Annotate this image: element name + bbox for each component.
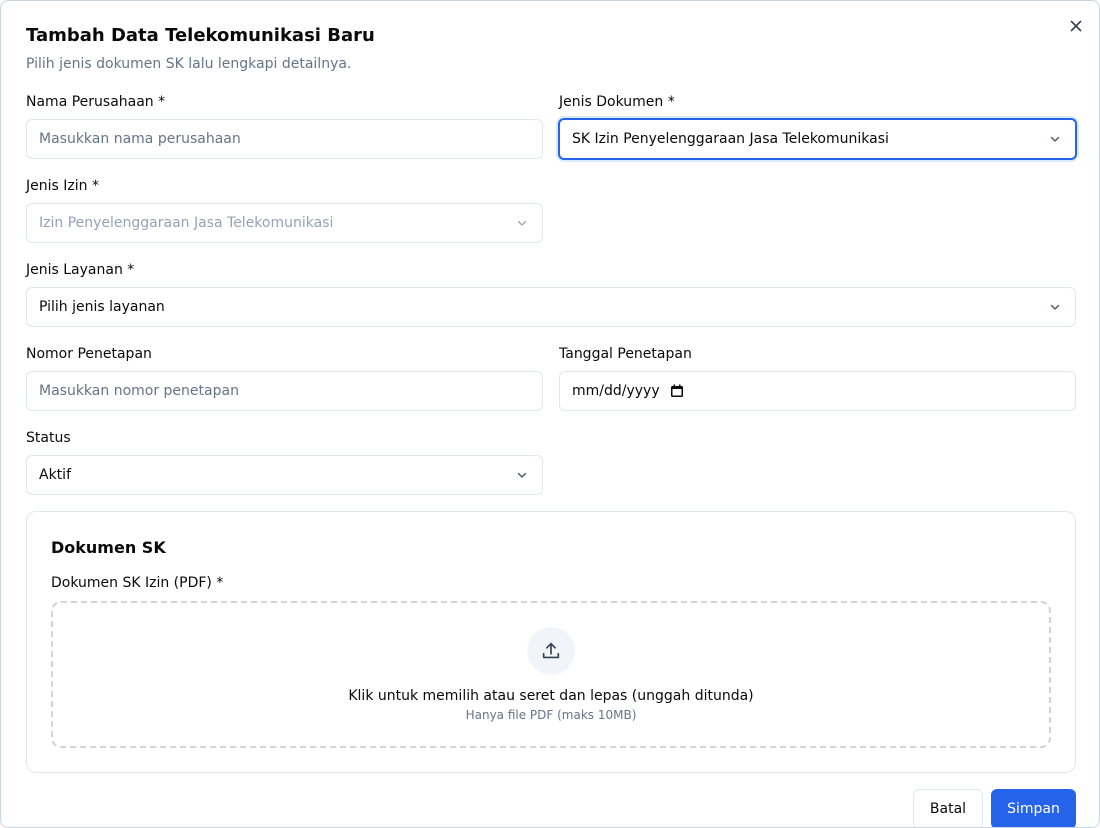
nomor-penetapan-label: Nomor Penetapan (26, 346, 152, 362)
status-select[interactable]: Aktif (26, 455, 543, 495)
close-icon (1070, 20, 1082, 32)
chevron-down-icon (1049, 133, 1061, 145)
chevron-down-icon (1049, 301, 1061, 313)
nomor-penetapan-placeholder: Masukkan nomor penetapan (39, 383, 239, 399)
status-value: Aktif (39, 467, 71, 483)
dokumen-sk-field-label: Dokumen SK Izin (PDF) * (51, 575, 224, 591)
jenis-izin-value: Izin Penyelenggaraan Jasa Telekomunikasi (39, 215, 334, 231)
tanggal-penetapan-input[interactable]: mm/dd/yyyy (559, 371, 1076, 411)
jenis-layanan-label: Jenis Layanan * (26, 262, 135, 278)
cancel-button[interactable]: Batal (913, 789, 983, 827)
chevron-down-icon (516, 217, 528, 229)
nomor-penetapan-input[interactable]: Masukkan nomor penetapan (26, 371, 543, 411)
jenis-layanan-value: Pilih jenis layanan (39, 299, 165, 315)
jenis-dokumen-value: SK Izin Penyelenggaraan Jasa Telekomunik… (572, 131, 889, 147)
nama-perusahaan-placeholder: Masukkan nama perusahaan (39, 131, 241, 147)
upload-icon-wrapper (527, 627, 575, 675)
dropzone-hint: Hanya file PDF (maks 10MB) (465, 708, 637, 722)
dokumen-sk-title: Dokumen SK (51, 538, 166, 557)
nama-perusahaan-input[interactable]: Masukkan nama perusahaan (26, 119, 543, 159)
dialog-subtitle: Pilih jenis dokumen SK lalu lengkapi det… (26, 56, 352, 72)
jenis-dokumen-select[interactable]: SK Izin Penyelenggaraan Jasa Telekomunik… (558, 118, 1077, 160)
add-telecom-dialog: Tambah Data Telekomunikasi Baru Pilih je… (0, 0, 1100, 828)
jenis-layanan-select[interactable]: Pilih jenis layanan (26, 287, 1076, 327)
save-button[interactable]: Simpan (991, 789, 1076, 827)
chevron-down-icon (516, 469, 528, 481)
tanggal-penetapan-label: Tanggal Penetapan (559, 346, 692, 362)
upload-icon (542, 642, 560, 659)
nama-perusahaan-label: Nama Perusahaan * (26, 94, 166, 110)
dialog-title: Tambah Data Telekomunikasi Baru (26, 25, 375, 46)
jenis-izin-label: Jenis Izin * (26, 178, 99, 194)
status-label: Status (26, 430, 71, 446)
calendar-icon[interactable] (670, 384, 684, 398)
jenis-izin-select[interactable]: Izin Penyelenggaraan Jasa Telekomunikasi (26, 203, 543, 243)
tanggal-penetapan-placeholder: mm/dd/yyyy (572, 383, 660, 399)
pdf-dropzone[interactable]: Klik untuk memilih atau seret dan lepas … (51, 601, 1051, 748)
dropzone-text: Klik untuk memilih atau seret dan lepas … (348, 688, 754, 704)
jenis-dokumen-label: Jenis Dokumen * (559, 94, 675, 110)
dokumen-sk-card: Dokumen SK Dokumen SK Izin (PDF) * Klik … (26, 511, 1076, 773)
close-button[interactable] (1067, 17, 1085, 35)
